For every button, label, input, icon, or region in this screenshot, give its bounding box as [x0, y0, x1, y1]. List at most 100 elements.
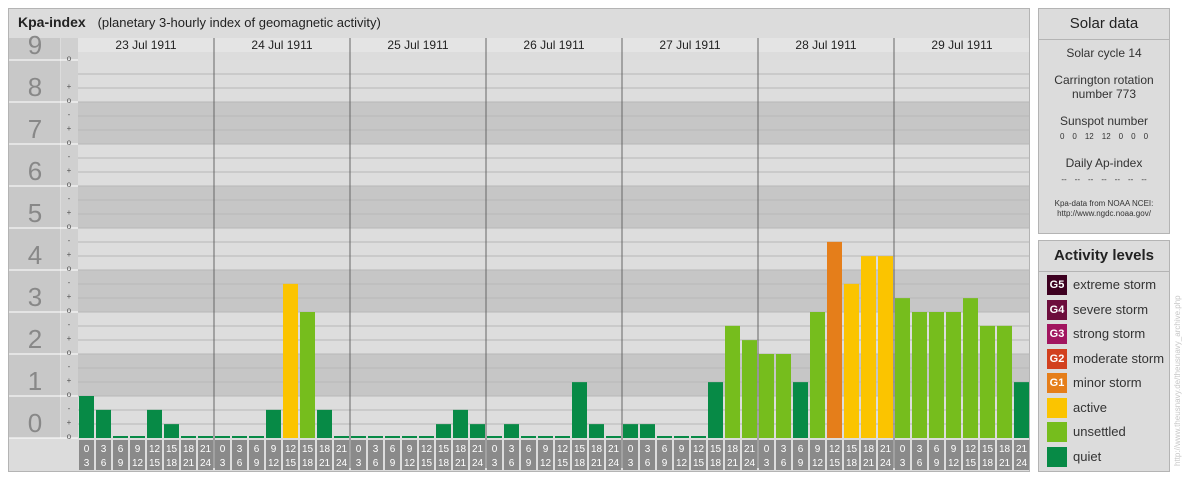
interval-end-label: 24 — [744, 458, 756, 469]
source-line1: Kpa-data from NOAA NCEI: — [1054, 199, 1154, 208]
interval-end-label: 9 — [390, 458, 396, 469]
interval-start-label: 9 — [135, 444, 141, 455]
y-minor-label: + — [67, 292, 72, 301]
interval-end-label: 12 — [404, 458, 416, 469]
interval-start-label: 0 — [900, 444, 906, 455]
interval-end-label: 15 — [285, 458, 297, 469]
level-minor-storm: G1 minor storm — [1047, 373, 1171, 393]
y-minor-label: o — [67, 348, 72, 357]
y-minor-label: o — [67, 264, 72, 273]
interval-end-label: 15 — [149, 458, 161, 469]
kp-bar — [266, 409, 281, 438]
interval-start-label: 3 — [781, 444, 787, 455]
interval-start-label: 12 — [421, 444, 433, 455]
y-minor-label: o — [67, 306, 72, 315]
level-swatch: G2 — [1047, 348, 1067, 369]
interval-end-label: 18 — [438, 458, 450, 469]
kp-bar — [198, 436, 213, 438]
interval-start-label: 21 — [472, 444, 484, 455]
interval-end-label: 6 — [237, 458, 243, 469]
band-9 — [78, 60, 1029, 102]
y-minor-label: o — [67, 180, 72, 189]
interval-start-label: 3 — [509, 444, 515, 455]
interval-end-label: 6 — [917, 458, 923, 469]
level-active: active — [1047, 397, 1171, 418]
interval-end-label: 9 — [118, 458, 124, 469]
kp-bar — [504, 424, 519, 438]
interval-start-label: 12 — [557, 444, 569, 455]
kp-bar — [623, 424, 638, 438]
interval-start-label: 18 — [999, 444, 1011, 455]
interval-end-label: 9 — [798, 458, 804, 469]
interval-end-label: 18 — [846, 458, 858, 469]
interval-end-label: 21 — [455, 458, 467, 469]
day-label: 28 Jul 1911 — [795, 38, 856, 52]
kp-bar — [980, 325, 995, 438]
kp-bar — [1014, 382, 1029, 438]
interval-end-label: 3 — [356, 458, 362, 469]
day-label: 26 Jul 1911 — [523, 38, 584, 52]
y-label-1: 1 — [28, 366, 42, 396]
interval-end-label: 6 — [645, 458, 651, 469]
activity-levels-panel: Activity levels G5 extreme storm G4 severe … — [1038, 240, 1170, 472]
interval-start-label: 21 — [336, 444, 348, 455]
kp-bar — [997, 325, 1012, 438]
interval-start-label: 21 — [744, 444, 756, 455]
kp-bar — [538, 436, 553, 438]
interval-end-label: 3 — [764, 458, 770, 469]
level-severe-storm: G4 severe storm — [1047, 299, 1171, 320]
interval-end-label: 3 — [628, 458, 634, 469]
day-label: 24 Jul 1911 — [251, 38, 312, 52]
interval-end-label: 24 — [1016, 458, 1028, 469]
y-minor-label: + — [67, 334, 72, 343]
ap-title: Daily Ap-index — [1065, 156, 1143, 170]
y-label-8: 8 — [28, 72, 42, 102]
y-minor-label: - — [68, 362, 71, 371]
interval-end-label: 21 — [727, 458, 739, 469]
interval-start-label: 18 — [591, 444, 603, 455]
interval-end-label: 18 — [982, 458, 994, 469]
carrington-line2: number 773 — [1071, 87, 1137, 101]
level-swatch — [1047, 422, 1067, 442]
y-label-0: 0 — [28, 408, 42, 438]
credit-text: http://www.theusnavy.de/theusnavy_archiv… — [1173, 295, 1182, 466]
interval-start-label: 21 — [1016, 444, 1028, 455]
kp-bar — [810, 312, 825, 438]
interval-end-label: 6 — [781, 458, 787, 469]
kp-bar — [470, 424, 485, 438]
kp-bar — [640, 424, 655, 438]
interval-end-label: 9 — [662, 458, 668, 469]
level-label: extreme storm — [1073, 277, 1157, 292]
kp-bar — [895, 298, 910, 438]
kp-bar — [79, 396, 94, 438]
kp-bar — [215, 436, 230, 438]
interval-end-label: 9 — [254, 458, 260, 469]
y-minor-label: - — [68, 320, 71, 329]
interval-start-label: 6 — [118, 444, 124, 455]
y-minor-label: + — [67, 418, 72, 427]
interval-end-label: 6 — [509, 458, 515, 469]
interval-start-label: 21 — [880, 444, 892, 455]
interval-start-label: 15 — [166, 444, 178, 455]
interval-end-label: 24 — [880, 458, 892, 469]
y-minor-label: o — [67, 138, 72, 147]
kp-bar — [351, 436, 366, 438]
interval-start-label: 18 — [727, 444, 739, 455]
interval-start-label: 9 — [815, 444, 821, 455]
ap-value: -- — [1141, 175, 1147, 184]
interval-end-label: 24 — [472, 458, 484, 469]
ap-value: -- — [1074, 175, 1080, 184]
kp-bar — [606, 436, 621, 438]
level-label: minor storm — [1073, 375, 1142, 390]
level-swatch — [1047, 446, 1067, 467]
interval-end-label: 15 — [557, 458, 569, 469]
level-swatch: G5 — [1047, 275, 1067, 295]
band-6 — [78, 186, 1029, 228]
sunspot-value: 0 — [1118, 132, 1124, 141]
kp-bar — [419, 436, 434, 438]
interval-start-label: 18 — [863, 444, 875, 455]
kp-bar — [827, 241, 842, 438]
kp-bar — [164, 424, 179, 438]
kp-bar — [147, 409, 162, 438]
level-label: severe storm — [1073, 301, 1149, 317]
